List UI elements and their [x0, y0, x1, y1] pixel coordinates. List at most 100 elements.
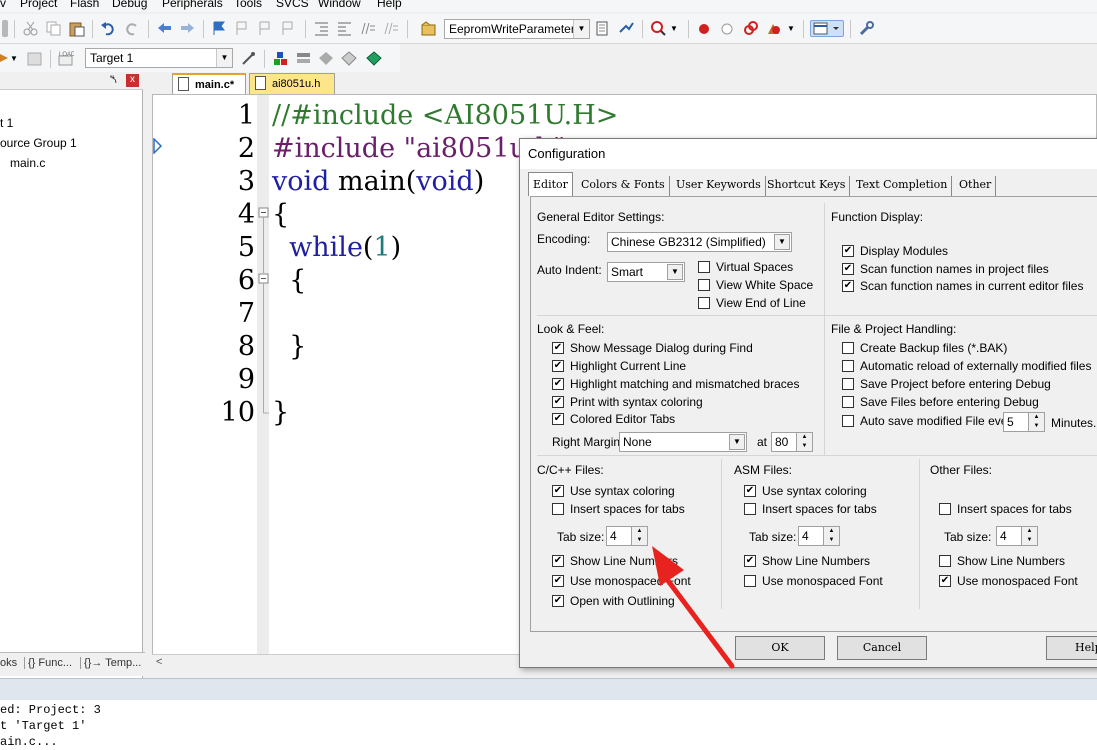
asm-monospaced-checkbox[interactable]: Use monospaced Font: [744, 575, 883, 588]
menu-peripherals[interactable]: Peripherals: [162, 0, 223, 10]
checkbox-box[interactable]: [939, 503, 951, 515]
breakpoint-icon[interactable]: [696, 20, 713, 37]
nav-back-icon[interactable]: [156, 20, 173, 37]
display-modules-checkbox[interactable]: ✔ Display Modules: [842, 245, 948, 258]
spinner-arrows-icon[interactable]: ▲ ▼: [796, 433, 812, 451]
checkbox-box[interactable]: ✔: [552, 485, 564, 497]
paste-icon[interactable]: [68, 20, 85, 37]
create-backup-checkbox[interactable]: Create Backup files (*.BAK): [842, 342, 1007, 355]
checkbox-box[interactable]: ✔: [552, 595, 564, 607]
pin-icon[interactable]: ⯲: [110, 73, 117, 90]
incremental-find-icon[interactable]: [618, 20, 635, 37]
wrench-icon[interactable]: [858, 20, 875, 37]
right-margin-spinner[interactable]: 80 ▲ ▼: [771, 432, 813, 452]
batch-build-icon[interactable]: [26, 50, 43, 67]
close-icon[interactable]: x: [126, 74, 139, 87]
virtual-spaces-checkbox[interactable]: Virtual Spaces: [698, 261, 793, 274]
tab-ai8051u-h[interactable]: ai8051u.h: [249, 73, 335, 94]
highlight-current-line-checkbox[interactable]: ✔ Highlight Current Line: [552, 360, 686, 373]
menu-svcs[interactable]: SVCS: [276, 0, 309, 10]
menu-tools[interactable]: Tools: [234, 0, 262, 10]
copy-icon[interactable]: [45, 20, 62, 37]
auto-save-spinner[interactable]: 5 ▲ ▼: [1003, 412, 1045, 432]
menu-debug[interactable]: Debug: [112, 0, 147, 10]
checkbox-box[interactable]: [698, 279, 710, 291]
checkbox-box[interactable]: [842, 342, 854, 354]
bookmark-prev-icon[interactable]: [234, 20, 251, 37]
checkbox-box[interactable]: ✔: [552, 360, 564, 372]
spinner-arrows-icon[interactable]: ▲ ▼: [1028, 413, 1044, 431]
breakpoint-disable-icon[interactable]: [719, 20, 736, 37]
view-white-space-checkbox[interactable]: View White Space: [698, 279, 813, 292]
checkbox-box[interactable]: [842, 415, 854, 427]
undo-icon[interactable]: [100, 20, 117, 37]
tab-other[interactable]: Other: [955, 176, 997, 196]
other-line-numbers-checkbox[interactable]: Show Line Numbers: [939, 555, 1065, 568]
checkbox-box[interactable]: ✔: [939, 575, 951, 587]
help-button[interactable]: Help: [1046, 636, 1097, 660]
manage-components-icon[interactable]: [272, 50, 289, 67]
other-monospaced-checkbox[interactable]: ✔ Use monospaced Font: [939, 575, 1078, 588]
indent-left-icon[interactable]: [336, 20, 353, 37]
chevron-down-icon[interactable]: ▼: [10, 50, 20, 67]
chevron-down-icon[interactable]: ▼: [774, 234, 790, 250]
window-layout-icon[interactable]: [810, 20, 844, 37]
bookmark-icon[interactable]: [211, 20, 228, 37]
checkbox-box[interactable]: [939, 555, 951, 567]
print-syntax-coloring-checkbox[interactable]: ✔ Print with syntax coloring: [552, 396, 703, 409]
menu-help[interactable]: Help: [377, 0, 402, 10]
download-icon[interactable]: LOAD: [57, 50, 76, 67]
bookmark-next-icon[interactable]: [257, 20, 274, 37]
spinner-arrows-icon[interactable]: ▲ ▼: [1021, 527, 1037, 545]
view-end-of-line-checkbox[interactable]: View End of Line: [698, 297, 806, 310]
checkbox-box[interactable]: ✔: [842, 263, 854, 275]
checkbox-box[interactable]: [842, 396, 854, 408]
checkbox-box[interactable]: ✔: [552, 413, 564, 425]
checkbox-box[interactable]: ✔: [552, 378, 564, 390]
asm-syntax-coloring-checkbox[interactable]: ✔ Use syntax coloring: [744, 485, 867, 498]
target-options-icon[interactable]: [240, 50, 257, 67]
checkbox-box[interactable]: [744, 503, 756, 515]
spinner-arrows-icon[interactable]: ▲ ▼: [823, 527, 839, 545]
chevron-down-icon[interactable]: ▼: [670, 20, 680, 37]
encoding-select[interactable]: Chinese GB2312 (Simplified) ▼: [607, 232, 792, 252]
checkbox-box[interactable]: ✔: [552, 575, 564, 587]
chevron-down-icon[interactable]: ▼: [787, 20, 797, 37]
horizontal-scrollbar[interactable]: <: [152, 654, 522, 670]
tab-editor[interactable]: Editor: [528, 172, 573, 196]
select-pack-icon[interactable]: [318, 50, 335, 67]
configure-flash-icon[interactable]: [765, 20, 782, 37]
checkbox-box[interactable]: ✔: [552, 555, 564, 567]
checkbox-box[interactable]: [698, 261, 710, 273]
auto-indent-select[interactable]: Smart ▼: [607, 262, 685, 282]
asm-line-numbers-checkbox[interactable]: ✔ Show Line Numbers: [744, 555, 870, 568]
tree-item-main-c[interactable]: main.c: [10, 156, 45, 170]
show-message-dialog-checkbox[interactable]: ✔ Show Message Dialog during Find: [552, 342, 753, 355]
tab-text-completion[interactable]: Text Completion: [852, 176, 953, 196]
cut-icon[interactable]: [22, 20, 39, 37]
file-extensions-icon[interactable]: [295, 50, 312, 67]
nav-forward-icon[interactable]: [179, 20, 196, 37]
tree-item-source-group[interactable]: ource Group 1: [0, 136, 77, 150]
cpp-insert-spaces-checkbox[interactable]: Insert spaces for tabs: [552, 503, 685, 516]
bookmark-clear-icon[interactable]: [280, 20, 297, 37]
uncomment-icon[interactable]: [382, 20, 399, 37]
debug-session-icon[interactable]: [650, 20, 667, 37]
comment-icon[interactable]: [359, 20, 376, 37]
chevron-down-icon[interactable]: ▼: [573, 20, 589, 38]
cancel-button[interactable]: Cancel: [837, 636, 927, 660]
run-time-env-icon[interactable]: [366, 50, 383, 67]
scan-editor-files-checkbox[interactable]: ✔ Scan function names in current editor f…: [842, 280, 1083, 293]
checkbox-box[interactable]: ✔: [552, 396, 564, 408]
other-insert-spaces-checkbox[interactable]: Insert spaces for tabs: [939, 503, 1072, 516]
checkbox-box[interactable]: [552, 503, 564, 515]
tab-functions[interactable]: {} Func...: [24, 657, 72, 669]
checkbox-box[interactable]: ✔: [744, 485, 756, 497]
breakpoint-kill-icon[interactable]: [742, 20, 759, 37]
tab-colors-fonts[interactable]: Colors & Fonts: [577, 176, 670, 196]
target-combo[interactable]: Target 1 ▼: [85, 48, 233, 68]
menu-window[interactable]: Window: [318, 0, 361, 10]
menu-flash[interactable]: Flash: [70, 0, 99, 10]
checkbox-box[interactable]: [842, 378, 854, 390]
chevron-down-icon[interactable]: ▼: [729, 434, 745, 450]
